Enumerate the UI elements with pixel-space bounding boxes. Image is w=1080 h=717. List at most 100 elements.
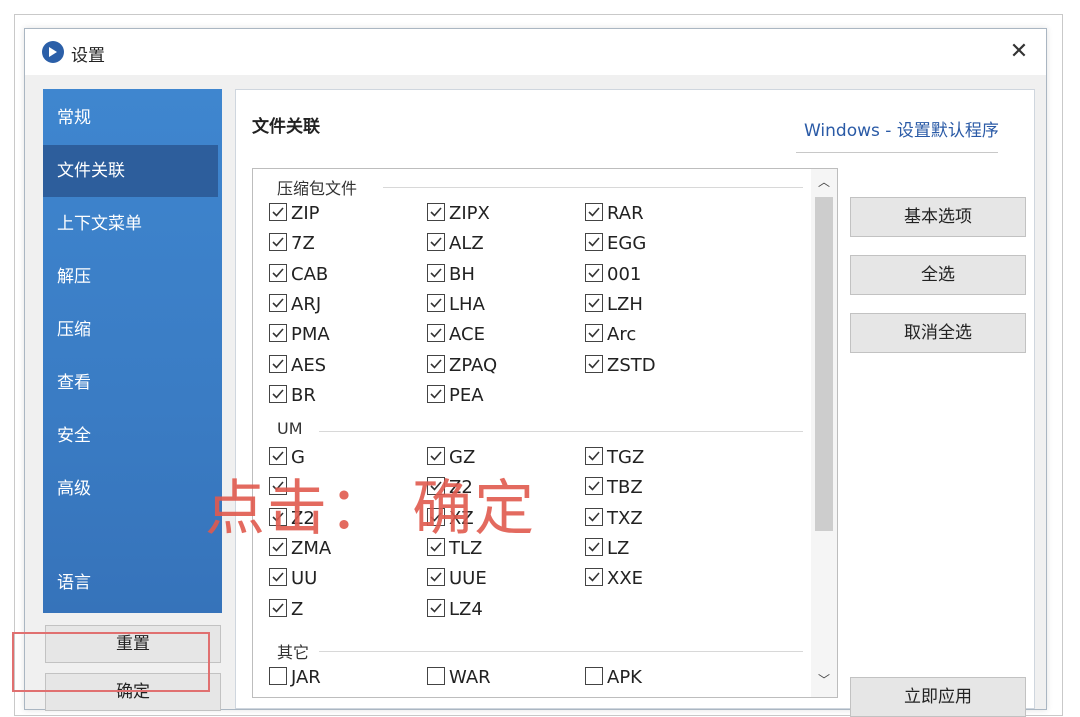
filetype-checkbox[interactable]: WAR bbox=[427, 665, 491, 691]
sidebar-item-8[interactable]: 高级 bbox=[43, 463, 222, 515]
checkbox-checked-icon[interactable] bbox=[585, 568, 603, 587]
checkbox-checked-icon[interactable] bbox=[585, 263, 603, 282]
filetype-label: APK bbox=[607, 667, 642, 688]
sidebar-item-5[interactable]: 压缩 bbox=[43, 304, 222, 356]
scroll-down-icon[interactable]: ﹀ bbox=[811, 667, 837, 693]
instruction-overlay: 点击： 确定 bbox=[205, 474, 537, 544]
checkbox-checked-icon[interactable] bbox=[269, 293, 287, 312]
filetype-checkbox[interactable]: LZ bbox=[585, 536, 629, 562]
scroll-up-icon[interactable]: ︿ bbox=[811, 169, 837, 195]
checkbox-checked-icon[interactable] bbox=[269, 324, 287, 343]
filetype-checkbox[interactable]: LZH bbox=[585, 292, 643, 318]
filetype-checkbox[interactable]: 7Z bbox=[269, 231, 315, 257]
app-logo-icon bbox=[42, 41, 64, 63]
filetype-checkbox[interactable]: UUE bbox=[427, 566, 487, 592]
filetype-checkbox[interactable]: 001 bbox=[585, 262, 641, 288]
checkbox-unchecked-icon[interactable] bbox=[427, 667, 445, 685]
checkbox-checked-icon[interactable] bbox=[269, 568, 287, 587]
checkbox-checked-icon[interactable] bbox=[427, 203, 445, 221]
filetype-checkbox[interactable]: BH bbox=[427, 262, 475, 288]
checkbox-checked-icon[interactable] bbox=[585, 324, 603, 343]
checkbox-unchecked-icon[interactable] bbox=[585, 667, 603, 685]
filetype-checkbox[interactable]: BR bbox=[269, 383, 316, 409]
vertical-scrollbar[interactable]: ︿ ﹀ bbox=[811, 169, 837, 697]
filetype-label: LHA bbox=[449, 293, 485, 315]
sidebar-item-9[interactable]: 语言 bbox=[43, 557, 222, 609]
checkbox-checked-icon[interactable] bbox=[585, 537, 603, 556]
filetype-checkbox[interactable]: ZSTD bbox=[585, 353, 656, 379]
filetype-checkbox[interactable]: ARJ bbox=[269, 292, 321, 318]
filetype-checkbox[interactable]: CAB bbox=[269, 262, 328, 288]
checkbox-checked-icon[interactable] bbox=[585, 507, 603, 526]
filetype-checkbox[interactable]: APK bbox=[585, 665, 642, 691]
scroll-thumb[interactable] bbox=[815, 197, 833, 531]
checkbox-checked-icon[interactable] bbox=[427, 324, 445, 343]
filetype-checkbox[interactable]: AES bbox=[269, 353, 326, 379]
filetype-checkbox[interactable]: ALZ bbox=[427, 231, 484, 257]
filetype-checkbox[interactable]: LZ4 bbox=[427, 597, 483, 623]
filetype-checkbox[interactable]: JAR bbox=[269, 665, 321, 691]
filetype-checkbox[interactable]: ZIP bbox=[269, 201, 320, 227]
checkbox-checked-icon[interactable] bbox=[585, 354, 603, 373]
filetype-checkbox[interactable]: PEA bbox=[427, 383, 484, 409]
filetype-checkbox[interactable]: TBZ bbox=[585, 475, 643, 501]
filetype-checkbox[interactable]: XXE bbox=[585, 566, 643, 592]
checkbox-checked-icon[interactable] bbox=[427, 384, 445, 403]
checkbox-checked-icon[interactable] bbox=[585, 477, 603, 496]
checkbox-checked-icon[interactable] bbox=[585, 233, 603, 252]
filetype-label: TBZ bbox=[607, 477, 643, 499]
checkbox-unchecked-icon[interactable] bbox=[269, 667, 287, 685]
sidebar-item-4[interactable]: 解压 bbox=[43, 251, 222, 303]
link-divider bbox=[796, 152, 998, 153]
checkbox-checked-icon[interactable] bbox=[269, 354, 287, 373]
checkbox-checked-icon[interactable] bbox=[427, 293, 445, 312]
filetype-label: ZIP bbox=[291, 203, 320, 224]
checkbox-checked-icon[interactable] bbox=[585, 203, 603, 221]
checkbox-checked-icon[interactable] bbox=[427, 354, 445, 373]
filetype-checkbox[interactable]: Arc bbox=[585, 322, 636, 348]
checkbox-checked-icon[interactable] bbox=[269, 203, 287, 221]
filetype-label: TXZ bbox=[607, 507, 643, 529]
filetype-checkbox[interactable]: RAR bbox=[585, 201, 644, 227]
title-bar: 设置 ✕ bbox=[25, 29, 1046, 75]
checkbox-checked-icon[interactable] bbox=[427, 233, 445, 252]
filetype-label: ZIPX bbox=[449, 203, 490, 224]
filetype-checkbox[interactable]: UU bbox=[269, 566, 317, 592]
filetype-checkbox[interactable]: LHA bbox=[427, 292, 485, 318]
basic-options-button[interactable]: 基本选项 bbox=[850, 197, 1026, 237]
checkbox-checked-icon[interactable] bbox=[585, 447, 603, 465]
filetype-checkbox[interactable]: ZPAQ bbox=[427, 353, 497, 379]
checkbox-checked-icon[interactable] bbox=[269, 384, 287, 403]
sidebar-item-2[interactable]: 文件关联 bbox=[43, 145, 218, 197]
close-icon[interactable]: ✕ bbox=[1001, 35, 1037, 69]
filetype-label: TGZ bbox=[607, 447, 645, 468]
filetype-checkbox[interactable]: TGZ bbox=[585, 445, 644, 471]
filetype-checkbox[interactable]: TXZ bbox=[585, 506, 643, 532]
sidebar-item-1[interactable]: 常规 bbox=[43, 92, 222, 144]
apply-now-button[interactable]: 立即应用 bbox=[850, 677, 1026, 717]
filetype-checkbox[interactable]: PMA bbox=[269, 322, 330, 348]
filetype-checkbox[interactable]: Z bbox=[269, 597, 303, 623]
filetype-checkbox[interactable]: EGG bbox=[585, 231, 646, 257]
filetype-label: JAR bbox=[291, 667, 321, 688]
checkbox-checked-icon[interactable] bbox=[585, 293, 603, 312]
checkbox-checked-icon[interactable] bbox=[427, 598, 445, 617]
checkbox-checked-icon[interactable] bbox=[269, 233, 287, 252]
select-all-button[interactable]: 全选 bbox=[850, 255, 1026, 295]
checkbox-checked-icon[interactable] bbox=[269, 263, 287, 282]
file-type-list: ︿ ﹀ 压缩包文件 ZIP ZIPX RAR 7Z ALZ EGG CAB BH 001 ARJ LH… bbox=[252, 168, 838, 698]
filetype-label: LZ bbox=[607, 537, 630, 559]
windows-default-programs-link[interactable]: Windows - 设置默认程序 bbox=[804, 116, 999, 141]
sidebar-item-3[interactable]: 上下文菜单 bbox=[43, 198, 222, 250]
filetype-label: PEA bbox=[449, 384, 484, 406]
filetype-checkbox[interactable]: ZIPX bbox=[427, 201, 490, 227]
filetype-label: BH bbox=[449, 263, 475, 285]
group-divider bbox=[319, 431, 803, 432]
checkbox-checked-icon[interactable] bbox=[427, 263, 445, 282]
filetype-checkbox[interactable]: ACE bbox=[427, 322, 485, 348]
sidebar-item-7[interactable]: 安全 bbox=[43, 410, 222, 462]
sidebar-item-6[interactable]: 查看 bbox=[43, 357, 222, 409]
deselect-all-button[interactable]: 取消全选 bbox=[850, 313, 1026, 353]
checkbox-checked-icon[interactable] bbox=[269, 598, 287, 617]
checkbox-checked-icon[interactable] bbox=[427, 568, 445, 587]
